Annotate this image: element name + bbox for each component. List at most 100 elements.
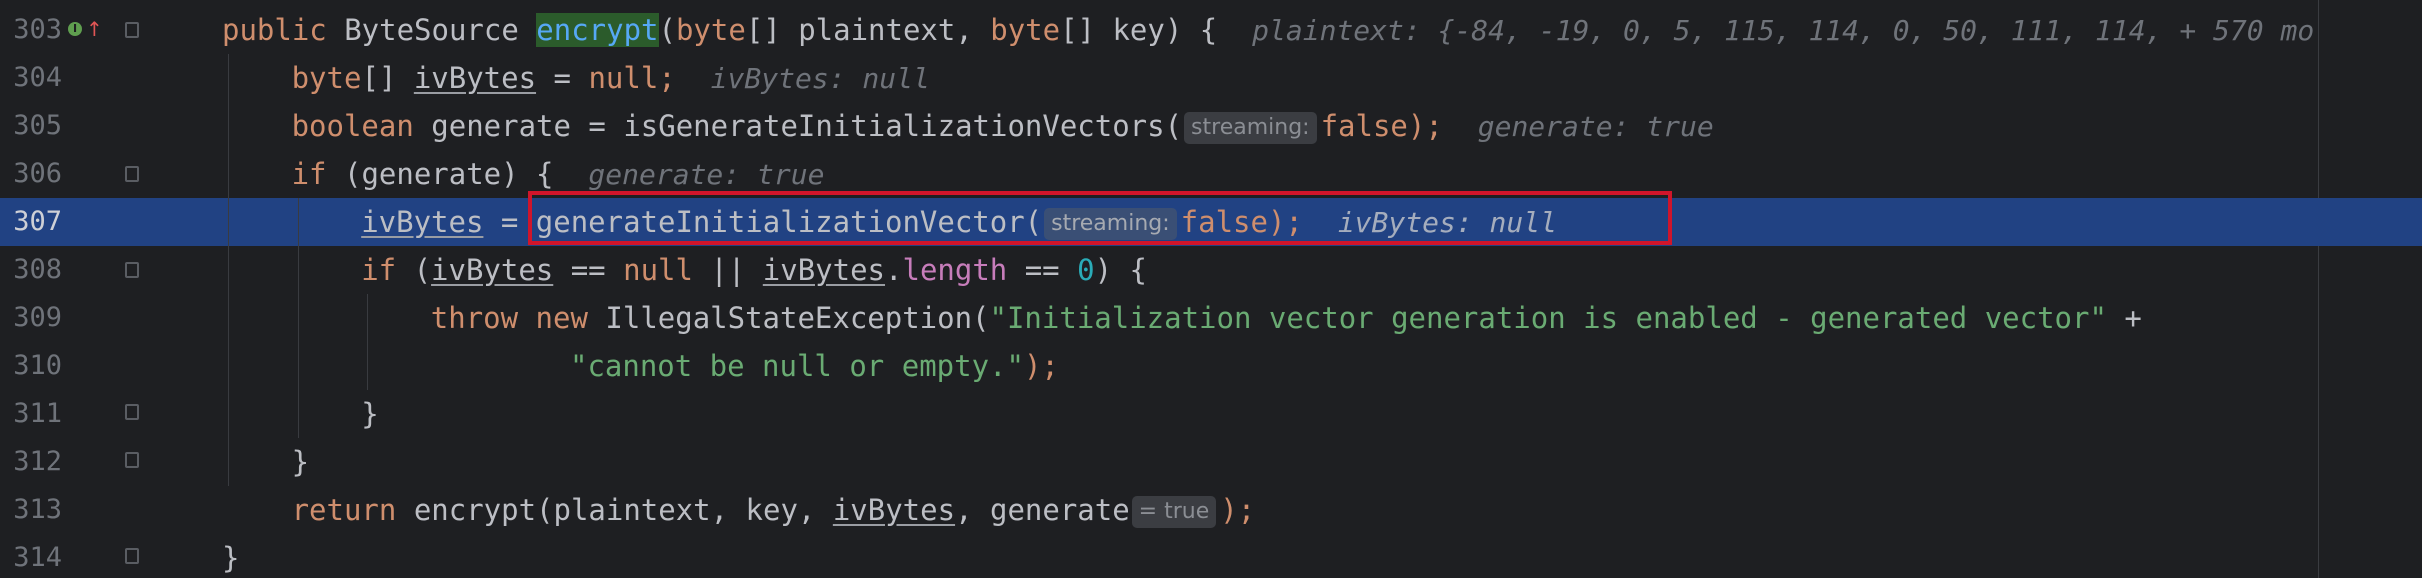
code-token: } — [291, 445, 310, 479]
code-line-307[interactable]: 307 ivBytes = generateInitializationVecto… — [0, 198, 2422, 246]
gutter-icons[interactable]: I ↑ — [68, 18, 108, 42]
code-line-314[interactable]: 314} — [0, 534, 2422, 578]
line-number[interactable]: 303 — [0, 6, 62, 54]
code-token: ) { — [1094, 253, 1147, 287]
code-token: IllegalStateException( — [605, 301, 990, 335]
line-number[interactable]: 313 — [0, 486, 62, 534]
code-line-306[interactable]: 306 if (generate) { generate: true — [0, 150, 2422, 198]
line-number[interactable]: 314 — [0, 534, 62, 578]
line-number[interactable]: 311 — [0, 390, 62, 438]
code-token: encrypt(plaintext, key, — [413, 493, 833, 527]
parameter-hint: streaming: — [1044, 208, 1177, 240]
parameter-hint: streaming: — [1184, 112, 1317, 144]
code-text[interactable]: } — [292, 438, 309, 486]
code-text[interactable]: return encrypt(plaintext, key, ivBytes, … — [291, 486, 1256, 534]
code-token: (generate) { — [343, 157, 589, 191]
keyword: boolean — [291, 109, 432, 143]
code-token: [] key) { — [1060, 13, 1253, 47]
code-text[interactable]: throw new IllegalStateException("Initial… — [431, 294, 2142, 342]
code-text[interactable]: public ByteSource encrypt(byte[] plainte… — [222, 6, 2314, 54]
keyword: ); — [1267, 205, 1338, 239]
debug-value: plaintext: {-84, -19, 0, 5, 115, 114, 0,… — [1252, 14, 2315, 47]
code-token: [] — [361, 61, 414, 95]
code-line-310[interactable]: 310 "cannot be null or empty."); — [0, 342, 2422, 390]
code-text[interactable]: boolean generate = isGenerateInitializat… — [292, 102, 1714, 150]
line-number[interactable]: 306 — [0, 150, 62, 198]
code-token: ivBytes — [431, 253, 554, 287]
fold-marker-icon[interactable] — [125, 262, 139, 278]
fold-marker-icon[interactable] — [125, 166, 139, 182]
code-text[interactable]: } — [361, 390, 378, 438]
string-literal: "Initialization vector generation is ena… — [989, 301, 2107, 335]
code-line-305[interactable]: 305 boolean generate = isGenerateInitiali… — [0, 102, 2422, 150]
keyword: false — [1180, 205, 1268, 239]
code-token: = — [536, 61, 589, 95]
code-token: ivBytes — [762, 253, 886, 287]
string-literal: "cannot be null or empty." — [570, 349, 1024, 383]
keyword: if — [291, 157, 344, 191]
code-text[interactable]: byte[] ivBytes = null; ivBytes: null — [292, 54, 930, 102]
fold-marker-icon[interactable] — [125, 22, 139, 38]
code-editor[interactable]: 303 I ↑ public ByteSource encrypt(byte[] pl… — [0, 0, 2422, 578]
fold-marker-icon[interactable] — [125, 548, 139, 564]
code-token: length — [902, 253, 1008, 287]
line-number[interactable]: 307 — [0, 198, 62, 246]
keyword: ); — [1407, 109, 1478, 143]
keyword: public — [222, 13, 345, 47]
code-token: 0 — [1077, 253, 1095, 287]
keyword: null — [588, 61, 659, 95]
code-text[interactable]: if (ivBytes == null || ivBytes.length ==… — [361, 246, 1147, 294]
keyword: byte — [675, 13, 746, 47]
code-token: } — [361, 397, 379, 431]
line-number[interactable]: 304 — [0, 54, 62, 102]
code-token: + — [2106, 301, 2142, 335]
code-text[interactable]: } — [222, 534, 239, 578]
code-token: } — [222, 541, 240, 575]
line-number[interactable]: 310 — [0, 342, 62, 390]
debug-value: generate: true — [588, 158, 825, 191]
keyword: ); — [1220, 493, 1256, 527]
keyword: false — [1320, 109, 1408, 143]
line-number[interactable]: 305 — [0, 102, 62, 150]
debug-value: ivBytes: null — [1337, 206, 1557, 239]
code-token: ( — [658, 13, 676, 47]
code-token: == — [1007, 253, 1078, 287]
code-token: ivBytes — [413, 61, 537, 95]
code-token: = — [483, 205, 536, 239]
indent-guide — [297, 198, 299, 438]
keyword: null — [623, 253, 693, 287]
line-number[interactable]: 312 — [0, 438, 62, 486]
code-token: ivBytes — [361, 205, 484, 239]
debug-value: ivBytes: null — [710, 62, 930, 95]
code-token: [] plaintext, — [745, 13, 991, 47]
code-token: , generate — [955, 493, 1130, 527]
fold-marker-icon[interactable] — [125, 404, 139, 420]
line-number[interactable]: 309 — [0, 294, 62, 342]
code-line-308[interactable]: 308 if (ivBytes == null || ivBytes.length… — [0, 246, 2422, 294]
code-text[interactable]: ivBytes = generateInitializationVector(s… — [361, 198, 1557, 246]
code-token: . — [885, 253, 903, 287]
code-line-309[interactable]: 309 throw new IllegalStateException("Init… — [0, 294, 2422, 342]
keyword: return — [291, 493, 414, 527]
parameter-hint: = true — [1131, 496, 1217, 528]
keyword: throw new — [430, 301, 606, 335]
implements-icon[interactable]: I — [68, 22, 82, 36]
override-up-arrow-icon[interactable]: ↑ — [86, 18, 103, 40]
code-line-303[interactable]: 303 I ↑ public ByteSource encrypt(byte[] pl… — [0, 6, 2422, 54]
code-text[interactable]: "cannot be null or empty."); — [570, 342, 1059, 390]
code-text[interactable]: if (generate) { generate: true — [292, 150, 825, 198]
code-token: == — [553, 253, 624, 287]
line-number[interactable]: 308 — [0, 246, 62, 294]
code-line-311[interactable]: 311} — [0, 390, 2422, 438]
code-token: ivBytes — [832, 493, 956, 527]
keyword: byte — [990, 13, 1061, 47]
fold-marker-icon[interactable] — [125, 452, 139, 468]
code-line-313[interactable]: 313 return encrypt(plaintext, key, ivByte… — [0, 486, 2422, 534]
code-line-304[interactable]: 304 byte[] ivBytes = null; ivBytes: null — [0, 54, 2422, 102]
keyword: ; — [658, 61, 711, 95]
keyword: if — [361, 253, 414, 287]
code-token: generate = isGenerateInitializationVecto… — [431, 109, 1183, 143]
code-token: || — [692, 253, 763, 287]
code-line-312[interactable]: 312} — [0, 438, 2422, 486]
code-token: ByteSource — [344, 13, 537, 47]
